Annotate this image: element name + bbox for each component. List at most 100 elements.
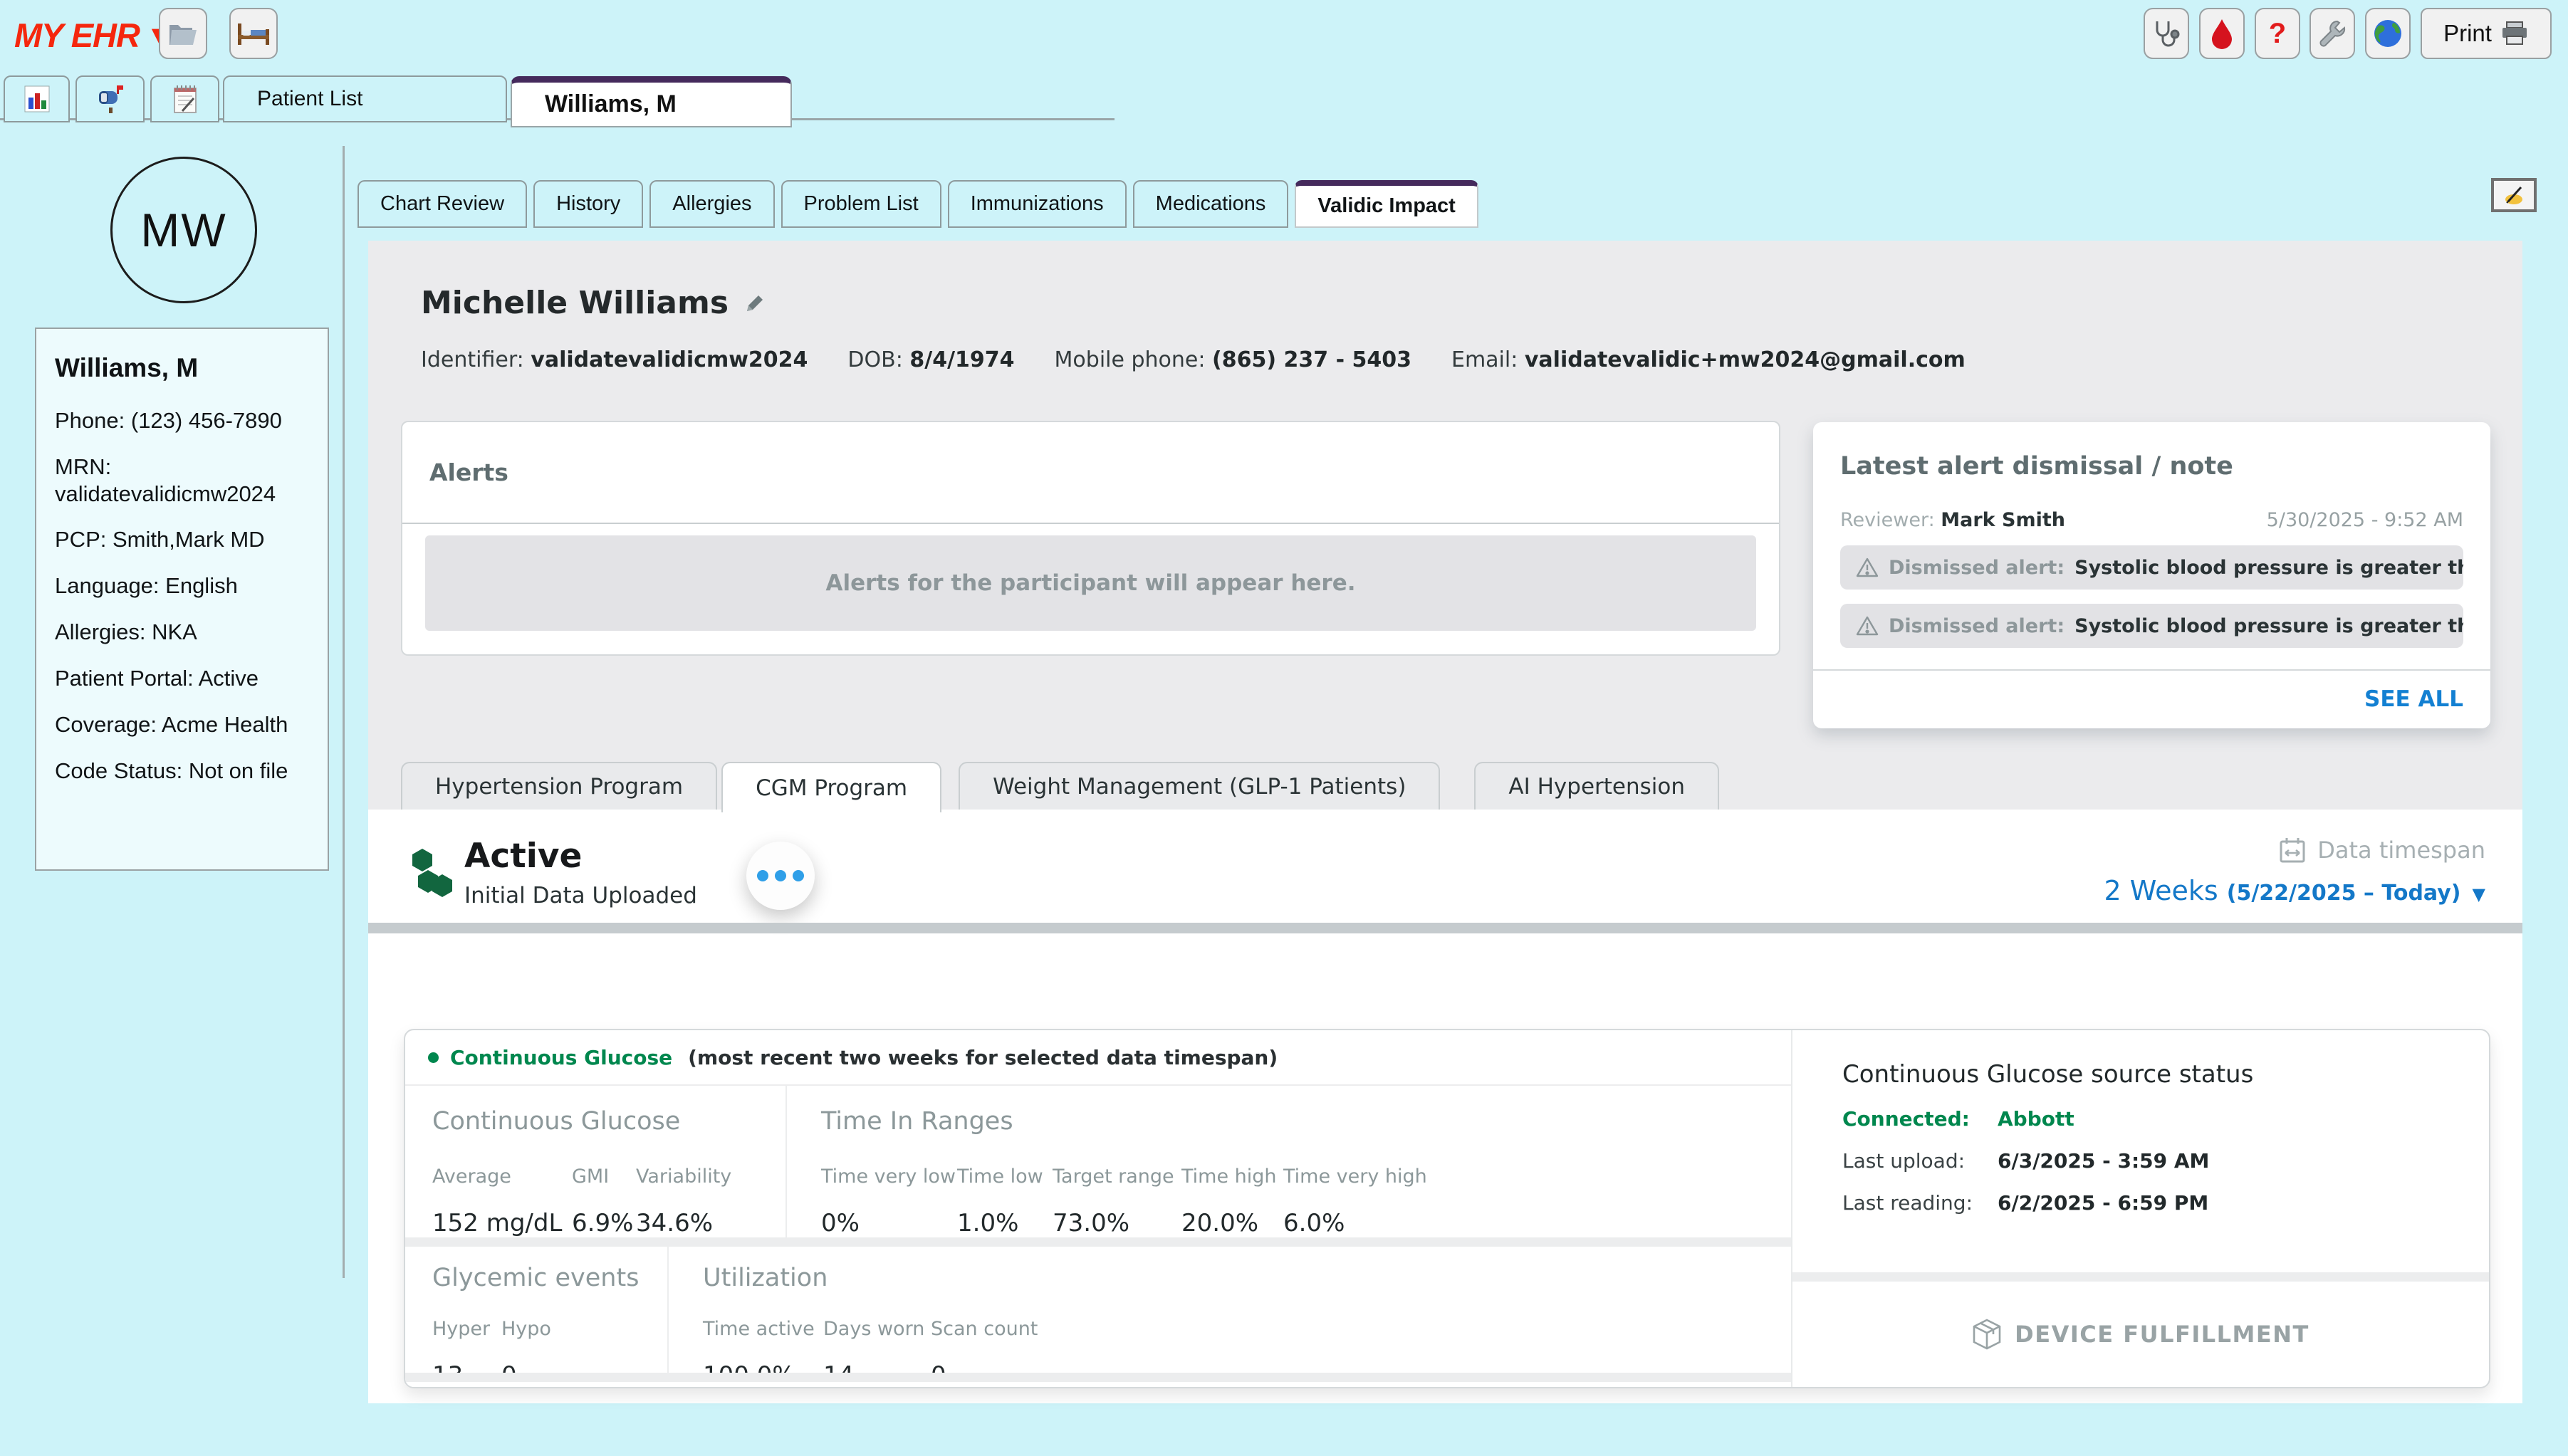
field-mobile: Mobile phone: (865) 237 - 5403 (1055, 347, 1411, 372)
metric-time-high: Time high 20.0% (1181, 1166, 1283, 1237)
sidebar-phone: Phone: (123) 456-7890 (55, 407, 309, 434)
divider (405, 1373, 1791, 1382)
edit-pencil-icon[interactable] (743, 291, 767, 315)
sidebar-coverage: Coverage: Acme Health (55, 711, 309, 738)
folder-icon (167, 19, 199, 48)
clinical-button[interactable] (2144, 8, 2189, 59)
cgm-header-title: Continuous Glucose (450, 1046, 672, 1069)
inpatient-button[interactable] (229, 8, 278, 59)
chart-tab-bar: Chart Review History Allergies Problem L… (357, 180, 1478, 228)
utilization-section: Utilization Time active 100.0% Days worn… (669, 1247, 1791, 1373)
sidebar-language: Language: English (55, 572, 309, 599)
field-dob: DOB: 8/4/1974 (847, 347, 1014, 372)
active-patient-label: Williams, M (545, 90, 677, 118)
tab-hypertension-program[interactable]: Hypertension Program (401, 762, 717, 810)
printer-icon (2500, 21, 2529, 46)
tab-active-patient[interactable]: Williams, M (511, 76, 792, 127)
program-tab-bar: Hypertension Program CGM Program Weight … (401, 762, 1719, 812)
source-last-upload-row: Last upload: 6/3/2025 - 3:59 AM (1842, 1149, 2489, 1173)
cgm-program-panel: Active Initial Data Uploaded Data timesp… (368, 810, 2522, 1403)
tab-notes[interactable] (150, 75, 219, 122)
alerts-card: Alerts Alerts for the participant will a… (401, 421, 1780, 656)
divider (405, 1237, 1791, 1247)
program-status: Active (464, 837, 697, 876)
tab-validic-impact[interactable]: Validic Impact (1295, 180, 1478, 228)
metric-time-very-low: Time very low 0% (821, 1166, 957, 1237)
writing-hand-icon (2500, 184, 2528, 206)
sign-note-button[interactable] (2491, 178, 2537, 212)
tab-patient-list[interactable]: Patient List (223, 75, 507, 122)
alerts-empty-message: Alerts for the participant will appear h… (425, 535, 1756, 631)
dismissed-alert-row[interactable]: Dismissed alert: Systolic blood pressure… (1840, 545, 2463, 590)
lab-button[interactable] (2199, 8, 2245, 59)
notepad-icon (172, 84, 198, 114)
sidebar-portal: Patient Portal: Active (55, 665, 309, 692)
tab-chart-review[interactable]: Chart Review (357, 180, 527, 228)
alerts-title: Alerts (402, 422, 1779, 524)
source-status-title: Continuous Glucose source status (1842, 1060, 2489, 1089)
section-divider-bar (368, 923, 2522, 933)
validic-logo-icon (409, 847, 455, 908)
source-last-reading-row: Last reading: 6/2/2025 - 6:59 PM (1842, 1191, 2489, 1215)
cgm-metrics-card: Continuous Glucose (most recent two week… (404, 1029, 2490, 1388)
green-dot-icon (428, 1052, 439, 1063)
device-fulfillment-button[interactable]: DEVICE FULFILLMENT (1792, 1272, 2489, 1387)
sidebar-patient-name: Williams, M (55, 353, 309, 383)
metric-time-very-high: Time very high 6.0% (1283, 1166, 1427, 1237)
timespan-select[interactable]: 2 Weeks (5/22/2025 – Today)▼ (2104, 875, 2485, 906)
metric-time-low: Time low 1.0% (957, 1166, 1053, 1237)
metric-variability: Variability 34.6% (636, 1166, 731, 1237)
help-button[interactable]: ? (2255, 8, 2300, 59)
bar-chart-icon (24, 85, 51, 113)
calendar-range-icon (2279, 837, 2306, 864)
print-label: Print (2443, 20, 2492, 47)
tab-history[interactable]: History (533, 180, 643, 228)
app-logo[interactable]: MY EHR▼ (14, 16, 170, 55)
dismissal-card: Latest alert dismissal / note Reviewer: … (1813, 422, 2490, 728)
tab-ai-hypertension[interactable]: AI Hypertension (1474, 762, 1719, 810)
chevron-down-icon: ▼ (2473, 884, 2485, 904)
tab-inbox[interactable] (75, 75, 145, 122)
patient-list-label: Patient List (257, 87, 362, 111)
tab-weight-management[interactable]: Weight Management (GLP-1 Patients) (959, 762, 1440, 810)
web-button[interactable] (2365, 8, 2411, 59)
charts-folder-button[interactable] (159, 8, 207, 59)
sidebar-code-status: Code Status: Not on file (55, 758, 309, 785)
stethoscope-icon (2151, 19, 2181, 48)
tab-immunizations[interactable]: Immunizations (948, 180, 1127, 228)
sidebar-pcp: PCP: Smith,Mark MD (55, 526, 309, 553)
wrench-icon (2317, 19, 2347, 48)
print-button[interactable]: Print (2421, 8, 2552, 59)
cgm-header-note: (most recent two weeks for selected data… (688, 1046, 1278, 1069)
program-substatus: Initial Data Uploaded (464, 883, 697, 908)
field-email: Email: validatevalidic+mw2024@gmail.com (1451, 347, 1966, 372)
globe-icon (2373, 19, 2403, 48)
tab-cgm-program[interactable]: CGM Program (721, 762, 941, 812)
question-icon: ? (2269, 18, 2286, 50)
see-all-link[interactable]: SEE ALL (1840, 686, 2463, 712)
tab-problem-list[interactable]: Problem List (781, 180, 941, 228)
tab-allergies[interactable]: Allergies (649, 180, 774, 228)
tools-button[interactable] (2309, 8, 2355, 59)
source-status-section: Continuous Glucose source status Connect… (1792, 1030, 2489, 1387)
patient-avatar: MW (110, 157, 257, 303)
sidebar-divider (343, 146, 345, 1278)
field-identifier: Identifier: validatevalidicmw2024 (421, 347, 808, 372)
source-connected-row: Connected: Abbott (1842, 1107, 2489, 1131)
divider (1813, 669, 2490, 671)
time-in-ranges-section: Time In Ranges Time very low 0% Time low… (787, 1086, 1791, 1237)
warning-icon (1856, 615, 1879, 637)
package-icon (1972, 1319, 2002, 1350)
patient-header-name: Michelle Williams (421, 285, 729, 321)
blood-drop-icon (2210, 18, 2234, 49)
dismissed-alert-row[interactable]: Dismissed alert: Systolic blood pressure… (1840, 604, 2463, 648)
mailbox-icon (95, 84, 125, 114)
reviewer: Reviewer: Mark Smith (1840, 509, 2065, 531)
continuous-glucose-section: Continuous Glucose Average 152 mg/dL GMI… (405, 1086, 787, 1237)
more-options-button[interactable] (746, 842, 815, 910)
metric-gmi: GMI 6.9% (572, 1166, 636, 1237)
tab-medications[interactable]: Medications (1133, 180, 1289, 228)
tab-reports[interactable] (4, 75, 70, 122)
validic-impact-panel: Michelle Williams Identifier: validateva… (368, 241, 2522, 1403)
metric-target-range: Target range 73.0% (1053, 1166, 1181, 1237)
